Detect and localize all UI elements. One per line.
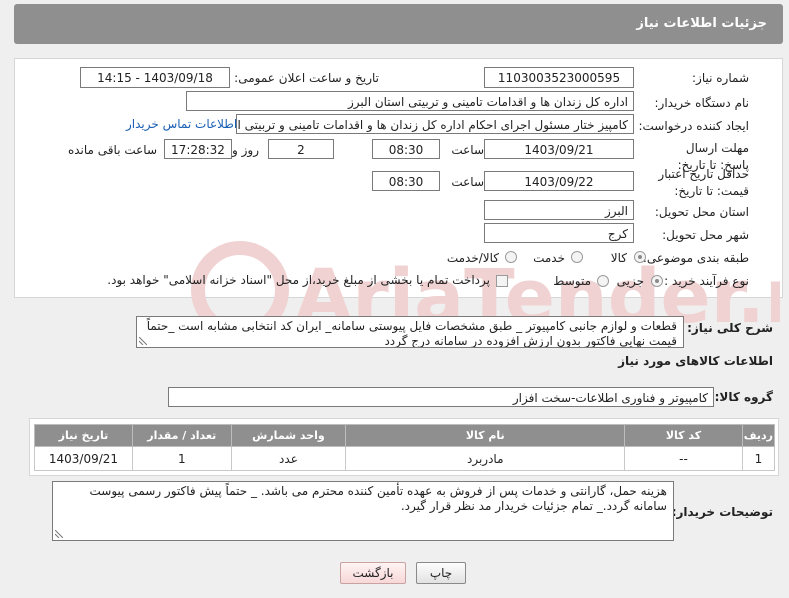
- description-text: قطعات و لوازم جانبی کامپیوتر _ طبق مشخصا…: [146, 319, 677, 348]
- province-field: البرز: [484, 200, 634, 220]
- cell-date: 1403/09/21: [34, 446, 133, 471]
- back-button[interactable]: بازگشت: [340, 562, 406, 584]
- resize-handle-icon[interactable]: [55, 530, 63, 538]
- table-row: 1 -- مادربرد عدد 1 1403/09/21: [34, 446, 776, 471]
- category-radio-goods[interactable]: [634, 251, 646, 263]
- col-code: کد کالا: [624, 424, 743, 447]
- buyer-contact-link[interactable]: اطلاعات تماس خریدار: [126, 117, 237, 131]
- buyer-notes-text: هزینه حمل، گارانتی و خدمات پس از فروش به…: [89, 484, 667, 513]
- page-header: جزئیات اطلاعات نیاز: [14, 4, 783, 44]
- creator-label: ایجاد کننده درخواست:: [638, 119, 749, 133]
- goods-group-label: گروه کالا:: [714, 390, 773, 404]
- process-option-medium: متوسط: [553, 274, 591, 288]
- validity-time-field: 08:30: [372, 171, 440, 191]
- province-label: استان محل تحویل:: [654, 205, 749, 219]
- treasury-payment-note: پرداخت تمام یا بخشی از مبلغ خرید،از محل …: [107, 273, 490, 287]
- city-label: شهر محل تحویل:: [662, 228, 749, 242]
- cell-row: 1: [741, 446, 776, 471]
- category-radio-goods-service[interactable]: [505, 251, 517, 263]
- validity-time-label: ساعت: [451, 175, 484, 189]
- description-label: شرح کلی نیاز:: [687, 321, 773, 335]
- col-row: ردیف: [741, 424, 776, 447]
- category-option-goods-service: کالا/خدمت: [446, 251, 499, 265]
- buyer-notes-label: توضیحات خریدار:: [671, 505, 773, 519]
- announce-field: 1403/09/18 - 14:15: [80, 67, 230, 88]
- process-radio-minor[interactable]: [651, 275, 663, 287]
- goods-table: ردیف کد کالا نام کالا واحد شمارش تعداد /…: [34, 424, 776, 471]
- buyer-org-label: نام دستگاه خریدار:: [654, 96, 750, 110]
- treasury-payment-checkbox[interactable]: [496, 275, 508, 287]
- col-unit: واحد شمارش: [230, 424, 347, 447]
- announce-label: تاریخ و ساعت اعلان عمومی:: [234, 71, 379, 85]
- city-field: کرج: [484, 223, 634, 243]
- buyer-notes-textarea: هزینه حمل، گارانتی و خدمات پس از فروش به…: [52, 481, 674, 541]
- category-label: طبقه بندی موضوعی:: [642, 251, 749, 265]
- buyer-org-field: اداره کل زندان ها و اقدامات تامینی و ترب…: [186, 91, 634, 111]
- need-number-field: 1103003523000595: [484, 67, 634, 88]
- cell-name: مادربرد: [345, 446, 626, 471]
- process-label: نوع فرآیند خرید :: [664, 274, 749, 288]
- remaining-time-field: 17:28:32: [164, 139, 232, 159]
- deadline-time-label: ساعت: [451, 143, 484, 157]
- goods-section-title: اطلاعات کالاهای مورد نیاز: [618, 354, 773, 368]
- col-date: تاریخ نیاز: [34, 424, 133, 447]
- goods-table-header: ردیف کد کالا نام کالا واحد شمارش تعداد /…: [34, 424, 776, 447]
- category-radio-service[interactable]: [571, 251, 583, 263]
- validity-label: حداقل تاریخ اعتبار قیمت: تا تاریخ:: [658, 167, 749, 198]
- col-qty: تعداد / مقدار: [131, 424, 232, 447]
- col-name: نام کالا: [345, 424, 626, 447]
- validity-date-field: 1403/09/22: [484, 171, 634, 191]
- category-option-goods: کالا: [610, 251, 627, 265]
- cell-qty: 1: [131, 446, 232, 471]
- page-title: جزئیات اطلاعات نیاز: [636, 16, 767, 31]
- days-field: 2: [268, 139, 334, 159]
- remaining-label: ساعت باقی مانده: [67, 143, 157, 157]
- deadline-date-field: 1403/09/21: [484, 139, 634, 159]
- category-option-service: خدمت: [533, 251, 565, 265]
- cell-unit: عدد: [230, 446, 347, 471]
- description-textarea: قطعات و لوازم جانبی کامپیوتر _ طبق مشخصا…: [136, 316, 684, 348]
- days-label: روز و: [232, 143, 259, 157]
- process-radio-medium[interactable]: [597, 275, 609, 287]
- resize-handle-icon[interactable]: [139, 337, 147, 345]
- cell-code: --: [624, 446, 743, 471]
- need-number-label: شماره نیاز:: [692, 71, 749, 85]
- creator-field: کامپیز ختار مسئول اجرای احکام اداره کل ز…: [236, 114, 634, 134]
- process-option-minor: جزیی: [616, 274, 644, 288]
- print-button[interactable]: چاپ: [416, 562, 466, 584]
- goods-group-field: کامپیوتر و فناوری اطلاعات-سخت افزار: [168, 387, 714, 407]
- deadline-time-field: 08:30: [372, 139, 440, 159]
